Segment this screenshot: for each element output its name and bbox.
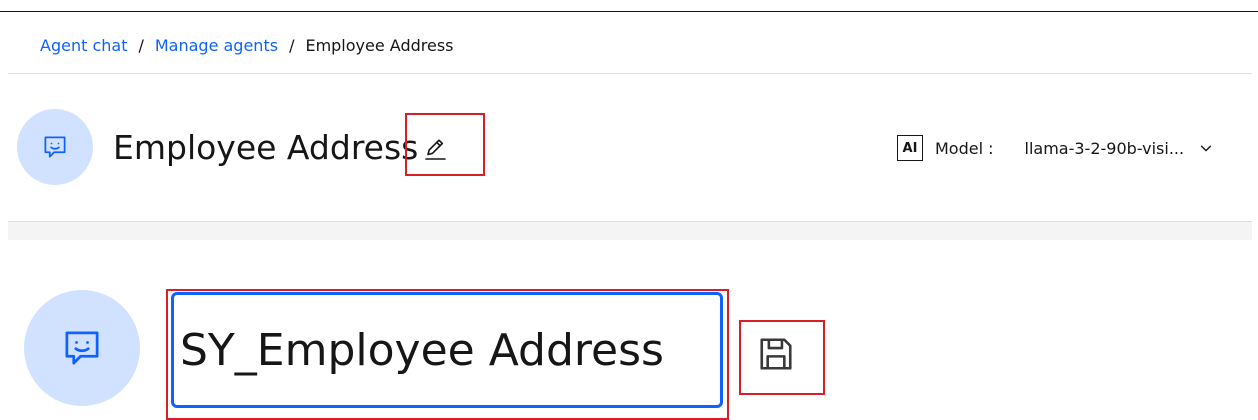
ai-badge: AI xyxy=(897,135,923,161)
model-area: AI Model : llama-3-2-90b-visi... xyxy=(897,134,1214,162)
save-button[interactable] xyxy=(754,332,798,376)
breadcrumb-separator: / xyxy=(138,35,144,55)
agent-avatar-large xyxy=(24,290,140,406)
chevron-down-icon xyxy=(1198,140,1214,156)
pencil-edit-icon xyxy=(425,139,446,160)
top-rule xyxy=(0,11,1258,12)
section-band xyxy=(8,222,1252,240)
agent-avatar xyxy=(17,109,93,185)
header-divider xyxy=(8,73,1252,74)
breadcrumb-separator: / xyxy=(289,35,295,55)
model-selected-value: llama-3-2-90b-visi... xyxy=(1024,138,1185,158)
model-dropdown[interactable]: llama-3-2-90b-visi... xyxy=(1025,139,1215,158)
chat-bot-icon xyxy=(65,331,99,365)
breadcrumb-link-manage-agents[interactable]: Manage agents xyxy=(155,36,278,55)
breadcrumb: Agent chat / Manage agents / Employee Ad… xyxy=(40,34,454,56)
breadcrumb-link-agent-chat[interactable]: Agent chat xyxy=(40,36,127,55)
agent-title: Employee Address xyxy=(113,128,419,167)
save-floppy-icon xyxy=(760,338,792,370)
edit-name-button[interactable] xyxy=(418,133,452,165)
chat-bot-icon xyxy=(44,136,66,158)
agent-name-input[interactable] xyxy=(171,292,723,408)
model-label: Model : xyxy=(935,138,994,158)
breadcrumb-current: Employee Address xyxy=(305,35,454,55)
